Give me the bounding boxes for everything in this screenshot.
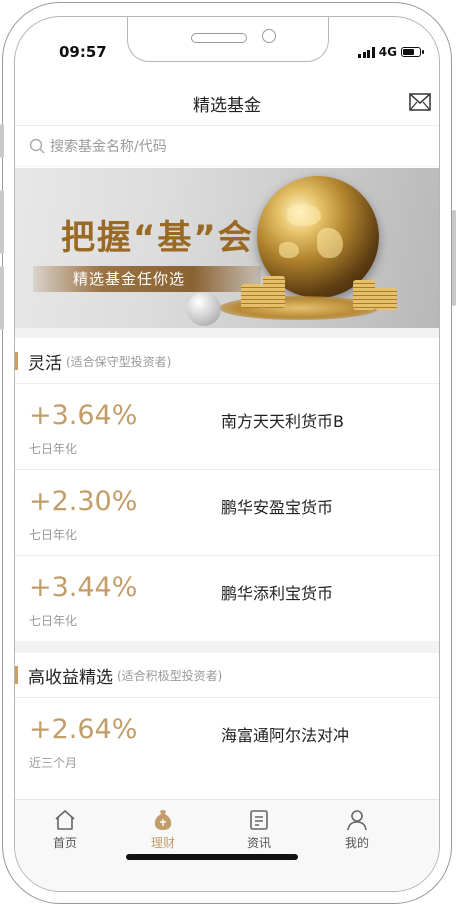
section-gap <box>15 328 439 338</box>
home-indicator[interactable] <box>126 854 298 860</box>
fund-name: 鹏华安盈宝货币 <box>221 498 334 517</box>
home-icon <box>55 810 75 830</box>
fund-rate-label: 七日年化 <box>29 614 78 628</box>
fund-row[interactable]: +3.44% 七日年化 鹏华添利宝货币 <box>15 555 439 642</box>
fund-name: 海富通阿尔法对冲 <box>221 726 350 745</box>
section-title: 高收益精选 <box>28 667 113 688</box>
fund-rate: +3.44% <box>29 572 138 603</box>
coin-stack-icon <box>263 276 285 308</box>
banner-subtitle: 精选基金任你选 <box>73 270 186 288</box>
section-title: 灵活 <box>28 353 62 374</box>
fund-row[interactable]: +2.30% 七日年化 鹏华安盈宝货币 <box>15 469 439 556</box>
section-accent-bar <box>15 352 18 370</box>
tab-wealth[interactable]: 理财 <box>133 808 193 851</box>
coin-stack-icon <box>375 288 397 310</box>
speaker-grille <box>191 33 247 43</box>
signal-icon <box>358 46 375 58</box>
mute-switch <box>0 124 4 158</box>
fund-rate-label: 七日年化 <box>29 442 78 456</box>
tab-label: 理财 <box>150 836 175 850</box>
network-type: 4G <box>378 45 397 59</box>
status-time: 09:57 <box>59 43 107 61</box>
volume-down-button <box>0 266 4 330</box>
wealth-icon <box>154 810 172 830</box>
section-note: (适合保守型投资者) <box>66 354 172 369</box>
coin-stack-icon <box>241 284 263 308</box>
silver-globe-image <box>187 292 221 326</box>
screen: 09:57 4G 精选基金 搜索基金名称/代码 把握“基”会 精选基金任你选 灵… <box>14 16 440 892</box>
tab-bar: 首页 理财 资讯 我的 <box>15 799 439 891</box>
fund-rate: +2.30% <box>29 486 138 517</box>
tab-profile[interactable]: 我的 <box>327 808 387 851</box>
page-title: 精选基金 <box>193 96 261 116</box>
status-bar: 09:57 4G <box>15 17 439 77</box>
fund-rate: +2.64% <box>29 714 138 745</box>
section-accent-bar <box>15 666 18 684</box>
tab-label: 我的 <box>344 836 369 850</box>
news-icon <box>250 810 268 830</box>
status-indicators: 4G <box>358 45 424 59</box>
section-note: (适合积极型投资者) <box>117 668 223 683</box>
coin-stack-icon <box>353 280 375 310</box>
tab-home[interactable]: 首页 <box>35 808 95 851</box>
promo-banner[interactable]: 把握“基”会 精选基金任你选 <box>15 168 439 328</box>
tab-news[interactable]: 资讯 <box>229 808 289 851</box>
search-icon <box>29 138 45 153</box>
fund-rate-label: 近三个月 <box>29 756 78 770</box>
fund-row[interactable]: +2.64% 近三个月 海富通阿尔法对冲 <box>15 697 439 784</box>
fund-rate-label: 七日年化 <box>29 528 78 542</box>
fund-name: 南方天天利货币B <box>221 412 344 431</box>
tab-label: 资讯 <box>246 836 271 850</box>
banner-title: 把握“基”会 <box>61 218 254 258</box>
search-bar[interactable]: 搜索基金名称/代码 <box>15 125 439 167</box>
fund-row[interactable]: +3.64% 七日年化 南方天天利货币B <box>15 383 439 470</box>
fund-name: 鹏华添利宝货币 <box>221 584 334 603</box>
mail-icon[interactable] <box>409 93 431 111</box>
search-placeholder: 搜索基金名称/代码 <box>50 138 167 155</box>
tab-label: 首页 <box>52 836 77 850</box>
section-header-flexible: 灵活 (适合保守型投资者) <box>15 339 439 383</box>
nav-bar: 精选基金 <box>15 81 439 126</box>
section-header-high-yield: 高收益精选 (适合积极型投资者) <box>15 653 439 697</box>
power-button <box>452 210 456 306</box>
battery-icon <box>401 47 424 57</box>
notch <box>127 17 329 62</box>
section-gap <box>15 641 439 653</box>
front-camera <box>262 29 276 43</box>
volume-up-button <box>0 190 4 254</box>
profile-icon <box>347 810 367 831</box>
fund-rate: +3.64% <box>29 400 138 431</box>
